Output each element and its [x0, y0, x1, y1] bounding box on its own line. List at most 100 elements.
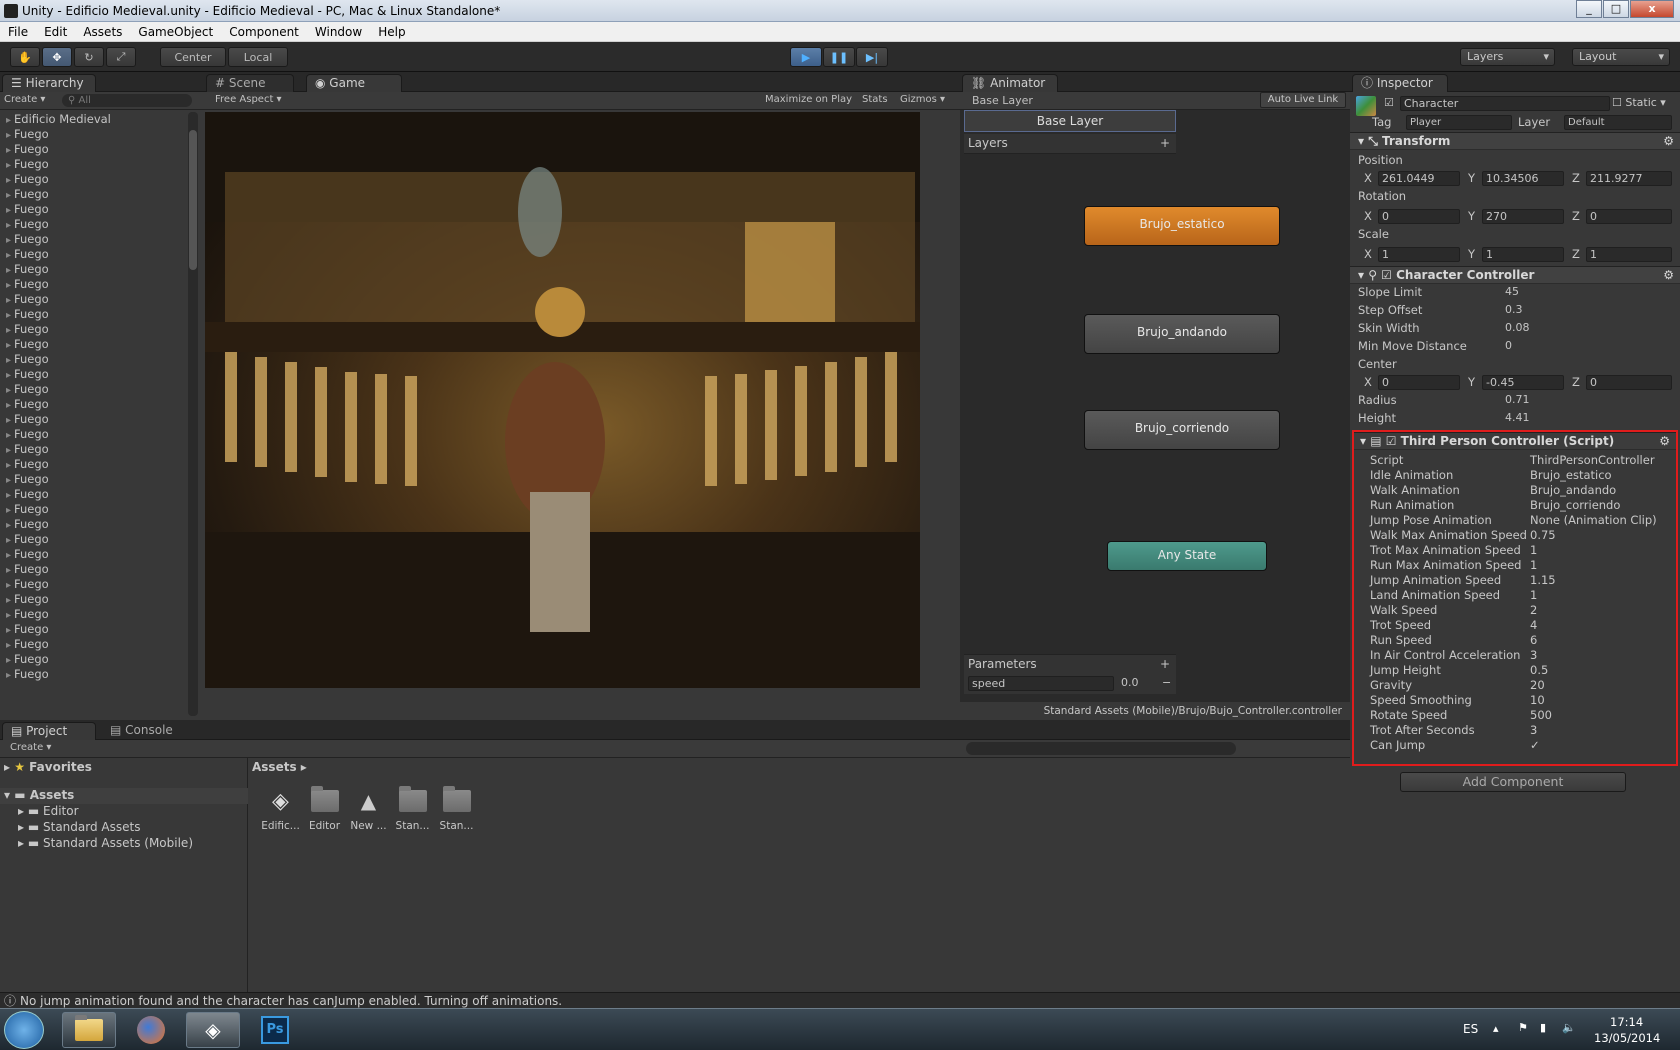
maximize-button[interactable]: □: [1603, 0, 1629, 18]
component-settings-icon[interactable]: ⚙: [1663, 133, 1674, 150]
hierarchy-item[interactable]: Fuego: [0, 577, 186, 592]
hierarchy-item[interactable]: Fuego: [0, 562, 186, 577]
height-field[interactable]: 4.41: [1502, 411, 1672, 426]
hierarchy-item[interactable]: Fuego: [0, 187, 186, 202]
character-controller-header[interactable]: ▾ ⚲ ☑ Character Controller ⚙: [1350, 266, 1680, 284]
hierarchy-item[interactable]: Fuego: [0, 622, 186, 637]
tab-project[interactable]: ▤ Project: [2, 722, 96, 740]
script-field-value[interactable]: 3: [1530, 722, 1537, 738]
layer-dropdown[interactable]: Default: [1564, 115, 1672, 130]
tab-scene[interactable]: # Scene: [206, 74, 294, 92]
volume-icon[interactable]: 🔈: [1562, 1021, 1576, 1034]
gizmos-dropdown[interactable]: Gizmos ▾: [900, 94, 945, 105]
pivot-local-button[interactable]: Local: [228, 47, 288, 67]
active-checkbox[interactable]: ☑: [1384, 96, 1394, 109]
asset-item[interactable]: ▲ New ...: [348, 786, 389, 832]
component-settings-icon[interactable]: ⚙: [1659, 433, 1670, 450]
project-create-button[interactable]: Create ▾: [10, 742, 51, 753]
unity-taskbar-icon[interactable]: ◈: [186, 1012, 240, 1048]
scale-x-field[interactable]: 1: [1378, 247, 1460, 262]
rotation-y-field[interactable]: 270: [1482, 209, 1564, 224]
script-field-value[interactable]: 1.15: [1530, 572, 1556, 588]
script-field-value[interactable]: None (Animation Clip): [1530, 512, 1657, 528]
script-field-value[interactable]: 0.75: [1530, 527, 1556, 543]
hierarchy-item[interactable]: Fuego: [0, 307, 186, 322]
position-z-field[interactable]: 211.9277: [1586, 171, 1672, 186]
action-center-icon[interactable]: ⚑: [1518, 1021, 1528, 1034]
add-parameter-icon[interactable]: +: [1160, 655, 1170, 673]
scrollbar-thumb[interactable]: [189, 130, 197, 270]
clock-time[interactable]: 17:14: [1610, 1015, 1643, 1029]
game-viewport[interactable]: [205, 112, 920, 688]
hierarchy-item[interactable]: Fuego: [0, 412, 186, 427]
pivot-center-button[interactable]: Center: [160, 47, 226, 67]
hierarchy-item[interactable]: Fuego: [0, 367, 186, 382]
hierarchy-item[interactable]: Fuego: [0, 142, 186, 157]
add-layer-icon[interactable]: +: [1160, 134, 1170, 152]
aspect-dropdown[interactable]: Free Aspect ▾: [215, 94, 282, 105]
menu-component[interactable]: Component: [221, 25, 307, 39]
tree-item-editor[interactable]: ▸ ▬ Editor: [18, 804, 79, 818]
center-z-field[interactable]: 0: [1586, 375, 1672, 390]
photoshop-taskbar-icon[interactable]: Ps: [248, 1012, 302, 1048]
pause-icon[interactable]: ❚❚: [823, 47, 855, 67]
layer-item-base[interactable]: Base Layer: [964, 110, 1176, 132]
hierarchy-item[interactable]: Fuego: [0, 337, 186, 352]
assets-breadcrumb[interactable]: Assets ▸: [252, 760, 307, 774]
explorer-taskbar-icon[interactable]: [62, 1012, 116, 1048]
remove-parameter-icon[interactable]: −: [1162, 676, 1171, 689]
menu-edit[interactable]: Edit: [36, 25, 75, 39]
rotation-x-field[interactable]: 0: [1378, 209, 1460, 224]
asset-item[interactable]: Stan...: [436, 786, 477, 832]
hierarchy-item[interactable]: Fuego: [0, 127, 186, 142]
script-field-value[interactable]: 1: [1530, 542, 1537, 558]
menu-file[interactable]: File: [0, 25, 36, 39]
hierarchy-item[interactable]: Fuego: [0, 322, 186, 337]
status-message[interactable]: No jump animation found and the characte…: [20, 994, 562, 1008]
script-field-value[interactable]: ThirdPersonController: [1530, 452, 1655, 468]
hierarchy-item[interactable]: Fuego: [0, 172, 186, 187]
scale-tool-icon[interactable]: ⤢: [106, 47, 136, 67]
script-field-value[interactable]: 0.5: [1530, 662, 1548, 678]
center-x-field[interactable]: 0: [1378, 375, 1460, 390]
state-brujo-corriendo[interactable]: Brujo_corriendo: [1084, 410, 1280, 450]
asset-item[interactable]: ◈ Edific...: [260, 786, 301, 833]
maximize-on-play-toggle[interactable]: Maximize on Play: [765, 94, 852, 105]
hierarchy-scrollbar[interactable]: [188, 112, 198, 716]
hierarchy-item[interactable]: Fuego: [0, 517, 186, 532]
rotate-tool-icon[interactable]: ↻: [74, 47, 104, 67]
rotation-z-field[interactable]: 0: [1586, 209, 1672, 224]
favorites-item[interactable]: ▸ ★ Favorites: [4, 760, 92, 774]
state-any-state[interactable]: Any State: [1107, 541, 1267, 571]
menu-window[interactable]: Window: [307, 25, 370, 39]
state-brujo-estatico[interactable]: Brujo_estatico: [1084, 206, 1280, 246]
tab-console[interactable]: ▤ Console: [102, 722, 192, 740]
state-brujo-andando[interactable]: Brujo_andando: [1084, 314, 1280, 354]
hierarchy-create-button[interactable]: Create ▾: [4, 94, 45, 105]
hierarchy-item[interactable]: Fuego: [0, 247, 186, 262]
play-icon[interactable]: ▶: [790, 47, 822, 67]
tab-hierarchy[interactable]: ☰ Hierarchy: [2, 74, 96, 92]
hierarchy-item[interactable]: Fuego: [0, 427, 186, 442]
component-settings-icon[interactable]: ⚙: [1663, 267, 1674, 284]
hierarchy-item[interactable]: Fuego: [0, 262, 186, 277]
hierarchy-item[interactable]: Fuego: [0, 157, 186, 172]
hierarchy-item[interactable]: Fuego: [0, 397, 186, 412]
start-button-icon[interactable]: [4, 1011, 44, 1049]
hand-tool-icon[interactable]: ✋: [10, 47, 40, 67]
tab-inspector[interactable]: ⓘ Inspector: [1352, 74, 1448, 92]
script-field-value[interactable]: Brujo_estatico: [1530, 467, 1612, 483]
script-field-value[interactable]: Brujo_corriendo: [1530, 497, 1620, 513]
stats-toggle[interactable]: Stats: [862, 94, 888, 105]
hierarchy-item[interactable]: Fuego: [0, 202, 186, 217]
center-y-field[interactable]: -0.45: [1482, 375, 1564, 390]
hierarchy-item[interactable]: Fuego: [0, 217, 186, 232]
script-field-value[interactable]: 1: [1530, 587, 1537, 603]
hierarchy-item[interactable]: Fuego: [0, 352, 186, 367]
script-field-value[interactable]: 1: [1530, 557, 1537, 573]
hierarchy-item[interactable]: Fuego: [0, 232, 186, 247]
tab-game[interactable]: ◉ Game: [306, 74, 402, 92]
hierarchy-item[interactable]: Fuego: [0, 592, 186, 607]
menu-assets[interactable]: Assets: [75, 25, 130, 39]
asset-item[interactable]: Stan...: [392, 786, 433, 832]
